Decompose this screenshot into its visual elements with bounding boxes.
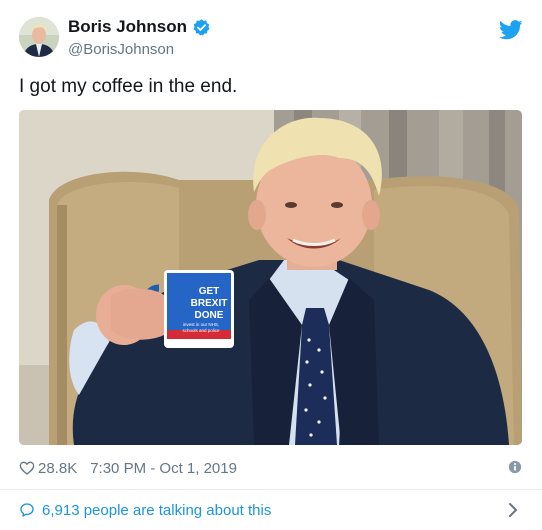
mug-text-line-5: schools and police bbox=[182, 328, 220, 333]
tweet-meta: 28.8K 7:30 PM - Oct 1, 2019 bbox=[19, 459, 522, 477]
chevron-right-icon[interactable] bbox=[508, 502, 518, 518]
mug-text-line-2: BREXIT bbox=[191, 298, 228, 309]
twitter-bird-icon[interactable] bbox=[499, 20, 523, 40]
like-count[interactable]: 28.8K bbox=[38, 460, 77, 477]
author-name[interactable]: Boris Johnson bbox=[68, 17, 187, 37]
tweet-text: I got my coffee in the end. bbox=[19, 76, 238, 97]
embedded-tweet-card: Boris Johnson @BorisJohnson I got my cof… bbox=[0, 0, 542, 530]
mug-text-line-1: GET bbox=[199, 286, 220, 297]
verified-badge-icon bbox=[193, 18, 210, 36]
mug-text-line-4: invest in our NHS, bbox=[183, 322, 219, 327]
author-handle[interactable]: @BorisJohnson bbox=[68, 41, 174, 58]
info-icon[interactable] bbox=[508, 460, 522, 474]
chat-bubble-icon bbox=[20, 503, 34, 517]
tweet-timestamp[interactable]: 7:30 PM - Oct 1, 2019 bbox=[90, 460, 237, 477]
conversation-text[interactable]: 6,913 people are talking about this bbox=[42, 502, 271, 519]
heart-icon[interactable] bbox=[19, 460, 35, 476]
avatar[interactable] bbox=[19, 17, 59, 57]
mug-text-line-3: DONE bbox=[195, 310, 224, 321]
author-row: Boris Johnson bbox=[68, 17, 211, 37]
divider bbox=[0, 489, 542, 490]
tweet-photo[interactable]: GET BREXIT DONE invest in our NHS, schoo… bbox=[19, 110, 522, 445]
conversation-link[interactable]: 6,913 people are talking about this bbox=[19, 501, 522, 519]
tweet-photo-illustration: GET BREXIT DONE invest in our NHS, schoo… bbox=[19, 110, 522, 445]
